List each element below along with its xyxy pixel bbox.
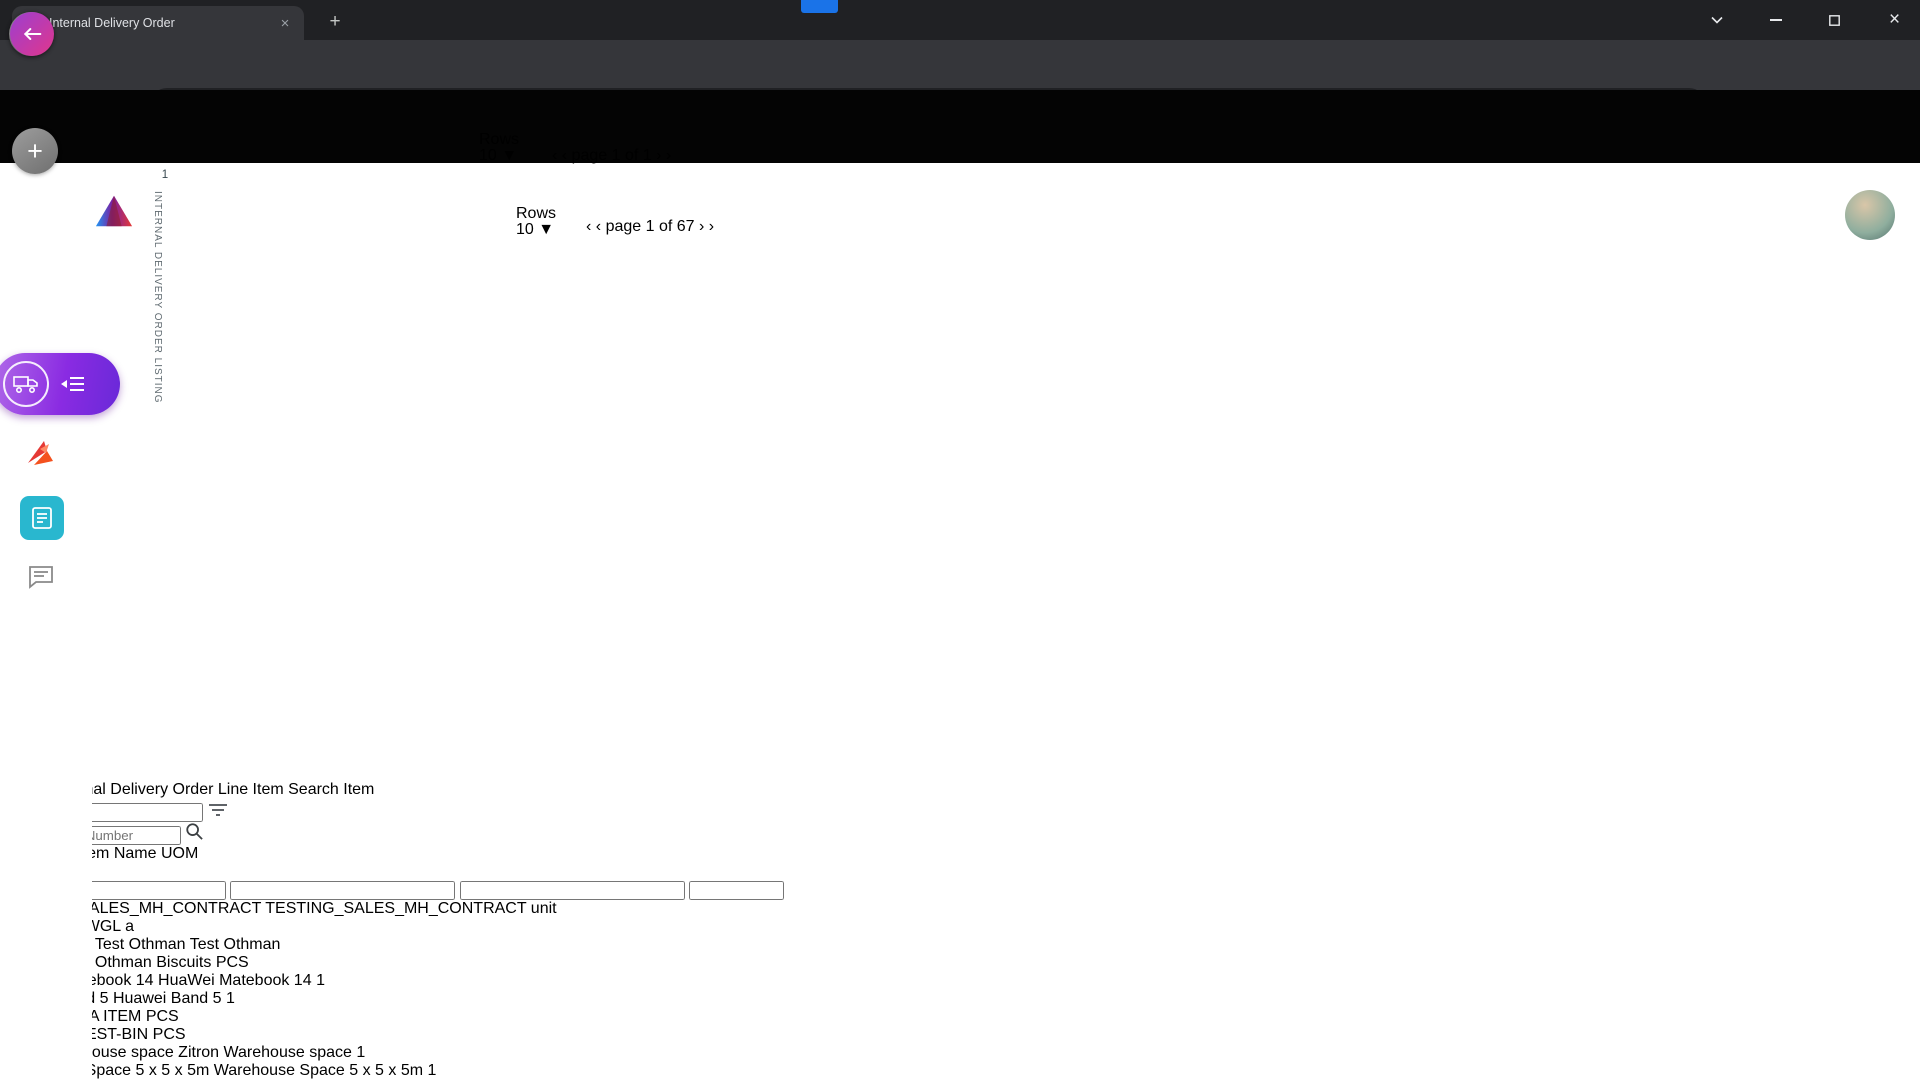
cell-item-name: Zitron Warehouse space xyxy=(178,1044,352,1061)
cell-item-name: TESTING_SALES_MH_CONTRACT xyxy=(265,900,526,917)
user-avatar[interactable] xyxy=(1845,190,1895,240)
table-row[interactable]: HuaWei Matebook 14 HuaWei Matebook 14 1 xyxy=(0,972,1920,990)
cell-uom: PCS xyxy=(216,954,249,971)
cell-uom: a xyxy=(125,918,134,935)
listing-applet-icon[interactable] xyxy=(20,496,64,540)
prev-page-button[interactable]: ‹ xyxy=(562,147,567,164)
table-header: Item Code Item Name UOM xyxy=(0,845,836,881)
window-maximize-button[interactable] xyxy=(1811,0,1857,40)
next-page-button[interactable]: › xyxy=(699,218,704,235)
window-close-button[interactable]: × xyxy=(1869,0,1920,40)
column-filter-row xyxy=(0,881,1920,900)
listing-tab-index: 1 xyxy=(153,169,177,181)
crane-logo-icon[interactable] xyxy=(26,439,56,467)
collapse-menu-icon[interactable] xyxy=(61,376,85,392)
akaun-logo: akaun xyxy=(94,192,240,230)
pagination: ‹ ‹ page 1 of 1 › › xyxy=(552,147,671,173)
search-box xyxy=(0,799,1920,822)
serial-search-box xyxy=(0,822,1920,845)
first-page-button[interactable]: ‹ xyxy=(586,218,591,235)
cell-uom: PCS xyxy=(153,1026,186,1043)
cell-uom: 1 xyxy=(316,972,325,989)
akaun-logo-triangle-icon xyxy=(94,193,134,229)
delivery-truck-icon xyxy=(3,361,49,407)
sidebar-active-module-pill[interactable] xyxy=(0,353,120,415)
search-icon[interactable] xyxy=(185,827,203,844)
table-row[interactable]: Warehouse Space 5 x 5 x 5m Warehouse Spa… xyxy=(0,1062,1920,1080)
table-row[interactable]: Test Othman Test Othman Test Othman xyxy=(0,936,1920,954)
cell-uom: unit xyxy=(531,900,557,917)
screen: A Internal Delivery Order × + × ← → akau… xyxy=(0,0,1920,1080)
table-row[interactable]: TEST-BIN TEST-BIN PCS xyxy=(0,1026,1920,1044)
table-row[interactable]: TESTING_SALES_MH_CONTRACT TESTING_SALES_… xyxy=(0,900,1920,918)
cell-item-name: HuaWei Matebook 14 xyxy=(158,972,312,989)
last-page-button[interactable]: › xyxy=(709,218,714,235)
cell-uom: Test Othman xyxy=(190,936,281,953)
prev-page-button[interactable]: ‹ xyxy=(596,218,601,235)
new-tab-button[interactable]: + xyxy=(322,9,348,35)
rows-per-page-select[interactable]: 10 ▼ xyxy=(516,221,568,239)
add-line-item-button[interactable]: + xyxy=(12,128,58,174)
tab-capture-indicator xyxy=(801,0,838,13)
cell-uom: PCS xyxy=(146,1008,179,1025)
cell-uom: 1 xyxy=(356,1044,365,1061)
browser-tabstrip: A Internal Delivery Order × + × xyxy=(0,0,1920,40)
page-indicator: page 1 of 1 xyxy=(572,147,657,164)
page-indicator: page 1 of 67 xyxy=(606,218,699,235)
app-header: akaun xyxy=(0,90,1920,163)
browser-tab[interactable]: A Internal Delivery Order × xyxy=(12,6,304,40)
last-page-button[interactable]: › xyxy=(666,147,671,164)
table-row[interactable]: Huawei Band 5 Huawei Band 5 1 xyxy=(0,990,1920,1008)
tab-search-item[interactable]: Search Item xyxy=(288,781,374,798)
chat-icon[interactable] xyxy=(28,565,54,589)
cell-uom: 1 xyxy=(226,990,235,1007)
sidebar xyxy=(0,163,92,1080)
next-page-button[interactable]: › xyxy=(656,147,661,164)
create-line-item-panel: Create Internal Delivery Order Line Item… xyxy=(0,781,1920,1080)
table-row[interactable]: Othman Test Othman Biscuits PCS xyxy=(0,954,1920,972)
filter-input-uom[interactable] xyxy=(460,881,685,900)
window-chevron-icon[interactable] xyxy=(1694,0,1740,40)
cell-item-name: Othman Biscuits xyxy=(95,954,211,971)
caret-down-icon: ▼ xyxy=(501,147,517,164)
window-minimize-button[interactable] xyxy=(1753,0,1799,40)
first-page-button[interactable]: ‹ xyxy=(552,147,557,164)
cell-item-name: Test Othman xyxy=(95,936,186,953)
cell-uom: 1 xyxy=(428,1062,437,1079)
caret-down-icon: ▼ xyxy=(538,221,554,238)
back-button[interactable] xyxy=(10,12,54,56)
table-row[interactable]: IDA ITEM IDA ITEM PCS xyxy=(0,1008,1920,1026)
filter-list-icon[interactable] xyxy=(208,804,228,821)
table-row[interactable]: Zitron Warehouse space Zitron Warehouse … xyxy=(0,1044,1920,1062)
tab-close-icon[interactable]: × xyxy=(276,15,294,32)
horizontal-scrollbar[interactable]: ◄ ► xyxy=(0,763,1920,781)
filter-input-item-name[interactable] xyxy=(230,881,455,900)
col-uom[interactable]: UOM xyxy=(161,845,198,862)
rows-per-page-select[interactable]: 10 ▼ xyxy=(479,147,537,165)
cell-item-name: Huawei Band 5 xyxy=(113,990,222,1007)
table-row[interactable]: NEWGL NEWGL a xyxy=(0,918,1920,936)
browser-toolbar: ← → akaun.cloud/#/applet/tnt/wavelet/erp… xyxy=(0,40,1920,90)
listing-tab-label[interactable]: INTERNAL DELIVERY ORDER LISTING xyxy=(152,191,163,631)
items-table-body: TESTING_SALES_MH_CONTRACT TESTING_SALES_… xyxy=(0,900,1920,1080)
filter-input-extra[interactable] xyxy=(689,881,784,900)
pagination: ‹ ‹ page 1 of 67 › › xyxy=(586,218,714,244)
tab-title: Internal Delivery Order xyxy=(49,16,267,30)
cell-item-name: Warehouse Space 5 x 5 x 5m xyxy=(214,1062,423,1079)
